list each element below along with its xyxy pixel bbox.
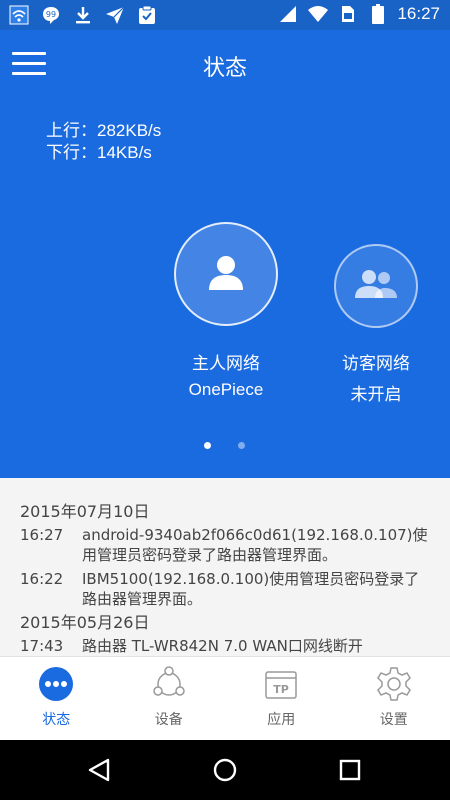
page-indicator-dot-active: [204, 442, 211, 449]
clipboard-check-icon: [136, 4, 158, 26]
home-circle-icon: [213, 758, 237, 782]
wifi-icon: [307, 3, 329, 25]
chat-bubble-icon: 99: [40, 4, 62, 26]
guest-network-label: 访客网络: [342, 354, 410, 374]
log-time: 17:43: [20, 637, 64, 655]
page-title: 状态: [202, 56, 247, 81]
tab-devices[interactable]: 设备: [113, 657, 226, 740]
host-network-button[interactable]: [174, 222, 278, 326]
host-network-label: 主人网络: [192, 354, 260, 374]
tab-label: 设置: [379, 712, 408, 728]
tp-app-icon: TP: [262, 665, 300, 703]
status-bar: 99 16:27: [0, 0, 450, 30]
recent-square-icon: [339, 759, 361, 781]
bottom-tab-bar: 状态 设备 TP 应用 设置: [0, 656, 450, 740]
log-time: 16:22: [20, 570, 64, 588]
tab-label: 状态: [42, 712, 71, 728]
log-entry: 17:43 路由器 TL-WR842N 7.0 WAN口网线断开: [20, 636, 430, 656]
sim-card-icon: [337, 3, 359, 25]
download-speed: 下行：14KB/s: [46, 143, 152, 162]
svg-text:TP: TP: [273, 683, 289, 696]
host-network-ssid: OnePiece: [188, 380, 264, 399]
gear-icon: [375, 665, 413, 703]
tab-status[interactable]: 状态: [0, 657, 113, 740]
tab-apps[interactable]: TP 应用: [225, 657, 338, 740]
back-triangle-icon: [88, 758, 110, 782]
event-log[interactable]: 2015年07月10日 16:27 android-9340ab2f066c0d…: [0, 478, 450, 656]
log-time: 16:27: [20, 526, 64, 544]
back-button[interactable]: [86, 757, 112, 783]
svg-text:99: 99: [46, 10, 56, 19]
log-entry: 16:22 IBM5100(192.168.0.100)使用管理员密码登录了路由…: [20, 569, 430, 609]
log-entry: 16:27 android-9340ab2f066c0d61(192.168.0…: [20, 525, 430, 565]
home-button[interactable]: [212, 757, 238, 783]
signal-icon: [277, 3, 299, 25]
group-icon: [353, 268, 399, 304]
status-header: 状态 上行：282KB/s 下行：14KB/s 主人网络 OnePiece 访客…: [0, 30, 450, 478]
tab-settings[interactable]: 设置: [338, 657, 450, 740]
tab-label: 设备: [154, 712, 183, 728]
send-icon: [104, 4, 126, 26]
guest-network-button[interactable]: [334, 244, 418, 328]
status-time: 16:27: [397, 4, 440, 23]
log-text: 路由器 TL-WR842N 7.0 WAN口网线断开: [82, 637, 363, 655]
system-navigation-bar: [0, 740, 450, 800]
devices-icon: [150, 665, 188, 703]
download-icon: [72, 4, 94, 26]
log-text: android-9340ab2f066c0d61(192.168.0.107)使…: [82, 526, 428, 564]
battery-icon: [367, 3, 389, 25]
tab-label: 应用: [267, 712, 296, 728]
recent-apps-button[interactable]: [337, 757, 363, 783]
log-date: 2015年07月10日: [20, 502, 150, 521]
wifi-status-icon: [8, 4, 30, 26]
more-dots-icon: [37, 665, 75, 703]
page-indicator-dot: [238, 442, 245, 449]
log-text: IBM5100(192.168.0.100)使用管理员密码登录了路由器管理界面。: [82, 570, 420, 608]
person-icon: [206, 252, 246, 296]
guest-network-status: 未开启: [350, 385, 402, 405]
log-date: 2015年05月26日: [20, 613, 150, 632]
